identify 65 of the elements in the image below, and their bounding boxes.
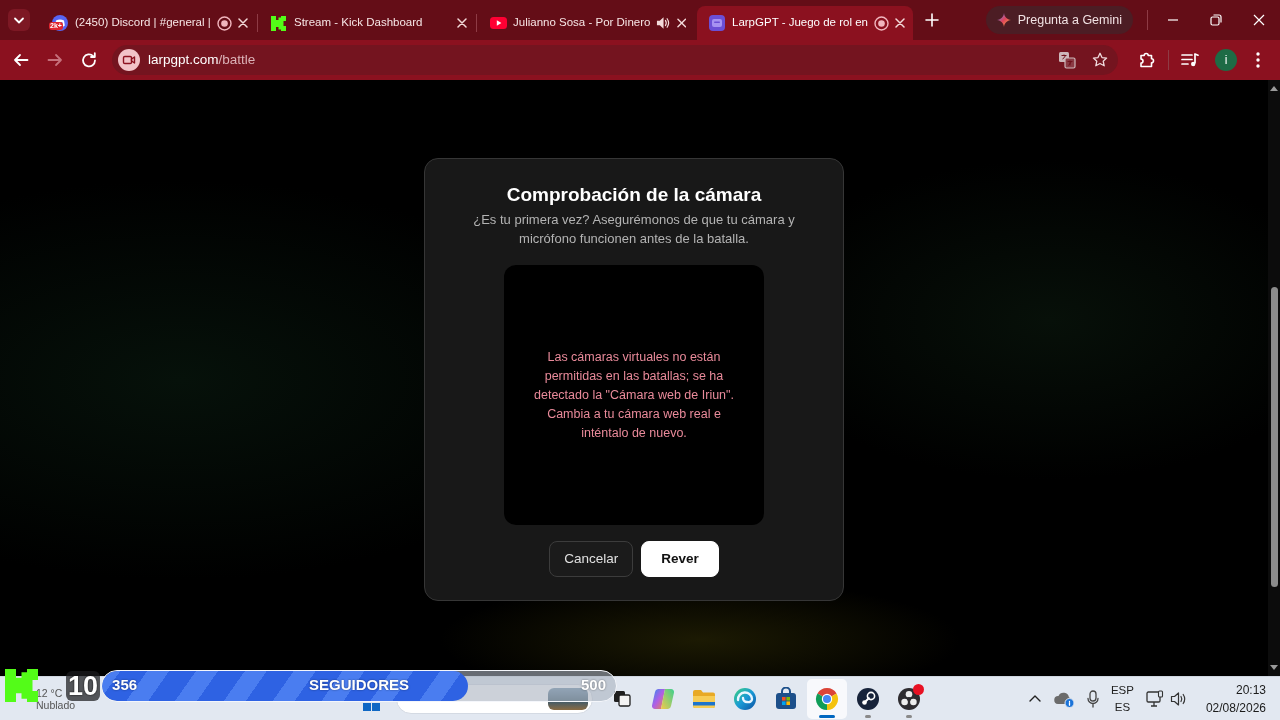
task-view-icon[interactable]	[612, 690, 631, 707]
reload-icon[interactable]	[81, 52, 97, 68]
gradient-blob-icon	[650, 686, 675, 711]
k-logo-icon	[271, 15, 286, 31]
retry-button[interactable]: Rever	[641, 541, 719, 577]
keyboard-layout[interactable]: ES	[1114, 698, 1131, 716]
error-message: Las cámaras virtuales no están permitidas en las batallas; se ha detectado la "Cámara web de Iriun". Cambia a tu cámara web real e inténtalo de nuevo.	[533, 348, 735, 442]
tab-title: Stream - Kick Dashboard	[294, 15, 424, 31]
microphone-icon[interactable]	[1086, 689, 1099, 708]
star-icon[interactable]	[1092, 52, 1108, 68]
tab-title: LarpGPT - Juego de rol en	[732, 15, 868, 31]
recording-icon	[217, 15, 232, 31]
tab-title: (2450) Discord | #general |	[75, 15, 211, 31]
close-icon[interactable]	[457, 18, 467, 28]
recording-icon	[874, 15, 889, 31]
translate-icon[interactable]	[1058, 51, 1076, 69]
k-logo-icon	[5, 669, 38, 702]
chevron-down-icon[interactable]	[8, 9, 30, 31]
overlay-count: 10	[66, 670, 101, 701]
sparkle-icon	[996, 13, 1011, 27]
colored-circle-icon	[814, 686, 839, 711]
scrollbar[interactable]	[1268, 80, 1280, 676]
address-bar[interactable]: larpgpt.com/battle	[112, 45, 1118, 75]
clock-time[interactable]: 20:13	[1235, 680, 1266, 699]
close-icon[interactable]	[676, 18, 686, 28]
more-menu-icon[interactable]	[1256, 52, 1260, 68]
dialog-title: Comprobación de la cámara	[506, 183, 762, 207]
cancel-button[interactable]: Cancelar	[549, 541, 634, 577]
url-text[interactable]: larpgpt.com/battle	[148, 49, 1050, 71]
goal-target: 500	[581, 675, 607, 696]
windows-logo-icon[interactable]	[363, 702, 380, 711]
profile-avatar[interactable]: i	[1215, 49, 1237, 71]
clock-date[interactable]: 02/08/2026	[1205, 698, 1266, 717]
play-logo-icon	[490, 17, 507, 29]
weather-condition[interactable]: Nublado	[36, 698, 76, 711]
speaker-icon	[656, 16, 671, 30]
tab-title: Julianno Sosa - Por Dinero	[513, 15, 651, 31]
arrow-up-icon[interactable]	[1270, 86, 1278, 91]
arrow-down-icon[interactable]	[1270, 665, 1278, 670]
media-queue-icon[interactable]	[1181, 52, 1199, 68]
dialog-subtitle: ¿Es tu primera vez? Asegurémonos de que tu cámara y micrófono funcionen antes de la batalla.	[472, 211, 796, 248]
app-logo-icon	[709, 15, 725, 31]
goal-label: SEGUIDORES	[309, 675, 410, 696]
close-icon[interactable]	[238, 18, 248, 28]
camera-icon[interactable]	[118, 49, 140, 71]
restore-icon[interactable]	[1209, 14, 1222, 26]
monitor-icon[interactable]	[1145, 689, 1164, 708]
plus-icon[interactable]	[925, 13, 939, 27]
back-arrow-icon[interactable]	[13, 52, 29, 68]
goal-current: 356	[112, 675, 139, 696]
puzzle-icon[interactable]	[1138, 51, 1156, 69]
swirl-circle-icon	[732, 686, 757, 711]
close-icon[interactable]	[895, 18, 905, 28]
gemini-button[interactable]: Pregunta a Gemini	[985, 6, 1133, 34]
weather-temperature[interactable]: 12 °C	[36, 686, 63, 699]
chevron-up-icon[interactable]	[1028, 695, 1041, 702]
speaker-icon[interactable]	[1169, 690, 1188, 707]
three-circles-icon	[896, 686, 921, 711]
scrollbar-thumb[interactable]	[1270, 287, 1278, 587]
browser-tab[interactable]: Stream - Kick Dashboard	[259, 6, 475, 40]
input-language[interactable]: ESP	[1110, 681, 1134, 699]
round-logo-icon	[855, 686, 880, 711]
browser-tab[interactable]: LarpGPT - Juego de rol en	[697, 6, 913, 40]
shopping-bag-icon	[773, 686, 798, 711]
browser-tab[interactable]: Julianno Sosa - Por Dinero	[478, 6, 694, 40]
